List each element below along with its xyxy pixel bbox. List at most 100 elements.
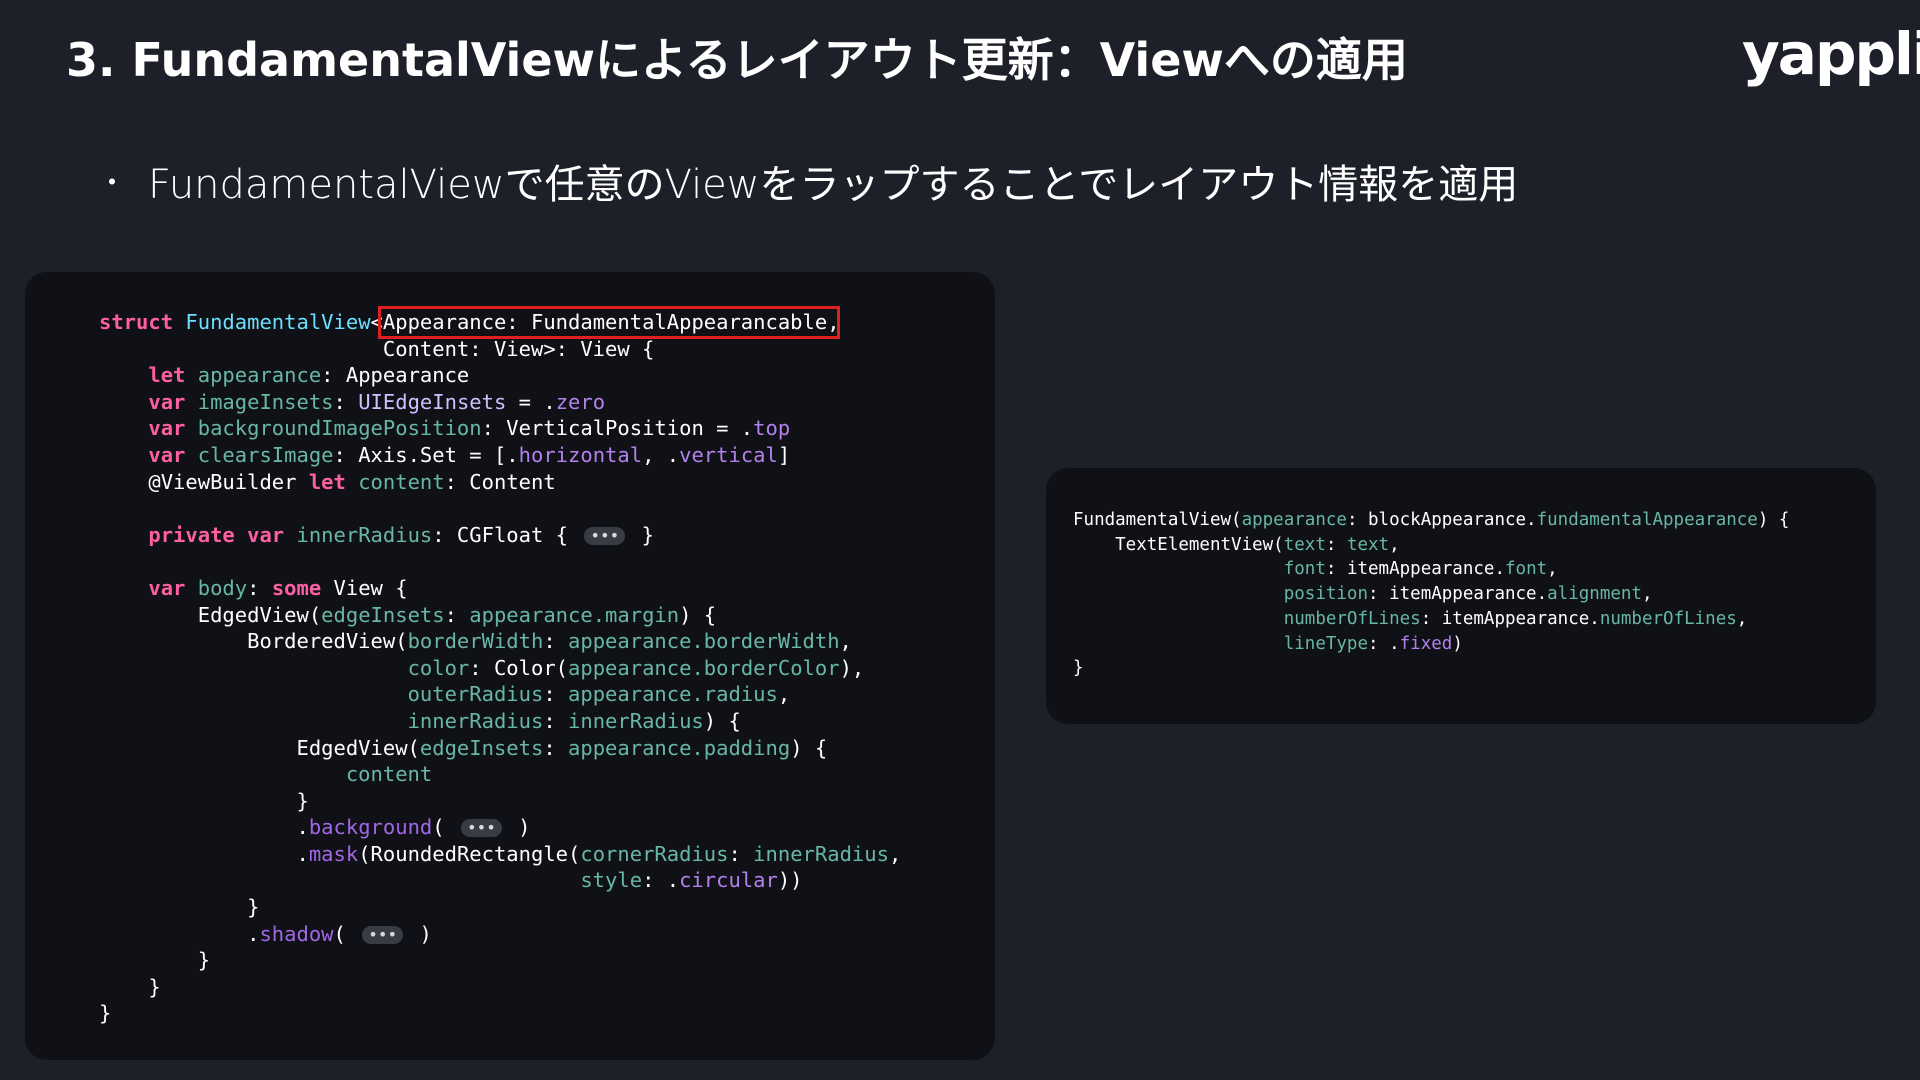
code-token: : CGFloat { [432, 522, 581, 547]
code-token: ) [407, 921, 432, 946]
code-token: var [148, 416, 198, 441]
code-fold-ellipsis[interactable]: ••• [460, 819, 502, 838]
code-token: numberOfLines [1599, 608, 1737, 629]
code-token: : [543, 682, 569, 707]
code-line: outerRadius: appearance.radius, [99, 681, 901, 708]
code-token: edgeInsets [321, 602, 445, 627]
code-token: borderWidth [407, 629, 544, 654]
code-line: var imageInsets: UIEdgeInsets = .zero [99, 389, 901, 416]
code-token: ) { [679, 602, 717, 627]
code-token: : itemAppearance. [1368, 584, 1548, 605]
code-token: content [345, 762, 433, 787]
code-token: : [247, 575, 272, 600]
code-token: ) [1452, 633, 1463, 654]
code-block: struct FundamentalView<Appearance: Funda… [99, 309, 901, 1027]
code-token: text [1346, 534, 1390, 555]
code-token: , [1547, 559, 1558, 580]
code-token: : . [1368, 633, 1400, 654]
code-token: ) { [703, 708, 741, 733]
code-token: content [358, 469, 445, 494]
code-token: background [308, 815, 433, 840]
code-token: ) { [1757, 510, 1790, 530]
code-token: : . [642, 868, 680, 893]
code-token: numberOfLines [1283, 608, 1421, 629]
code-token: } [99, 788, 309, 813]
code-token: FundamentalView( [1073, 510, 1242, 530]
code-token: EdgedView( [99, 602, 322, 627]
code-token: : [333, 389, 359, 414]
code-token: : Axis.Set = [. [333, 442, 519, 467]
code-line: let appearance: Appearance [99, 362, 901, 389]
code-panel-fundamental-view-definition: struct FundamentalView<Appearance: Funda… [25, 272, 995, 1060]
code-line: innerRadius: innerRadius) { [99, 708, 901, 735]
code-token: , . [642, 442, 680, 467]
code-token: let [308, 469, 359, 494]
code-token: } [99, 948, 211, 973]
code-token: , [1736, 608, 1748, 629]
code-token: appearance.borderWidth [568, 629, 840, 654]
code-token: Content: View>: View { [99, 336, 655, 361]
code-token: clearsImage [197, 442, 334, 467]
code-line: ​ [99, 548, 901, 575]
code-token: ) [505, 815, 531, 840]
code-token: } [99, 974, 161, 999]
code-fold-ellipsis[interactable]: ••• [362, 925, 404, 944]
code-token: fundamentalAppearance [1536, 510, 1758, 530]
code-token: : itemAppearance. [1325, 559, 1505, 580]
code-line: EdgedView(edgeInsets: appearance.padding… [99, 735, 901, 762]
code-token: ) { [790, 735, 828, 760]
code-token: : [543, 735, 569, 760]
code-token: . [99, 841, 309, 866]
code-token: private var [148, 522, 297, 547]
code-token: , [777, 682, 791, 707]
code-token: : itemAppearance. [1420, 608, 1600, 629]
code-line: FundamentalView(appearance: blockAppeara… [1073, 508, 1789, 533]
code-token: ] [777, 442, 791, 467]
code-token: horizontal [518, 442, 643, 467]
code-fold-ellipsis[interactable]: ••• [584, 526, 626, 545]
code-line: } [1073, 656, 1789, 681]
code-token: font [1283, 559, 1326, 580]
code-line: struct FundamentalView<Appearance: Funda… [99, 309, 901, 336]
code-line: } [99, 788, 901, 815]
code-line: BorderedView(borderWidth: appearance.bor… [99, 628, 901, 655]
code-line: var backgroundImagePosition: VerticalPos… [99, 415, 901, 442]
code-token: some [271, 575, 334, 600]
code-token: innerRadius [568, 708, 704, 733]
code-token: zero [555, 389, 606, 414]
code-token: let [148, 363, 198, 388]
code-line: color: Color(appearance.borderColor), [99, 655, 901, 682]
code-token: innerRadius [753, 841, 889, 866]
code-token: : Content [444, 469, 556, 494]
code-token: } [99, 1001, 112, 1026]
code-line: numberOfLines: itemAppearance.numberOfLi… [1073, 607, 1789, 632]
code-line: .shadow( ••• ) [99, 921, 901, 948]
code-line: } [99, 894, 901, 921]
code-token: View { [333, 575, 408, 600]
code-token: (RoundedRectangle( [358, 841, 581, 866]
code-line: var body: some View { [99, 575, 901, 602]
code-token: : Color( [469, 655, 569, 680]
code-token: position [1283, 584, 1369, 605]
code-line: var clearsImage: Axis.Set = [.horizontal… [99, 442, 901, 469]
code-token: mask [308, 841, 359, 866]
code-token: circular [679, 868, 778, 893]
code-token: <Appearance: FundamentalAppearancable, [370, 310, 840, 334]
code-token: FundamentalView [185, 310, 371, 334]
code-line: } [99, 947, 901, 974]
code-token: top [753, 416, 791, 441]
code-token: cornerRadius [580, 841, 729, 866]
code-panel-fundamental-view-usage: FundamentalView(appearance: blockAppeara… [1046, 468, 1876, 724]
code-token: appearance [197, 363, 322, 388]
